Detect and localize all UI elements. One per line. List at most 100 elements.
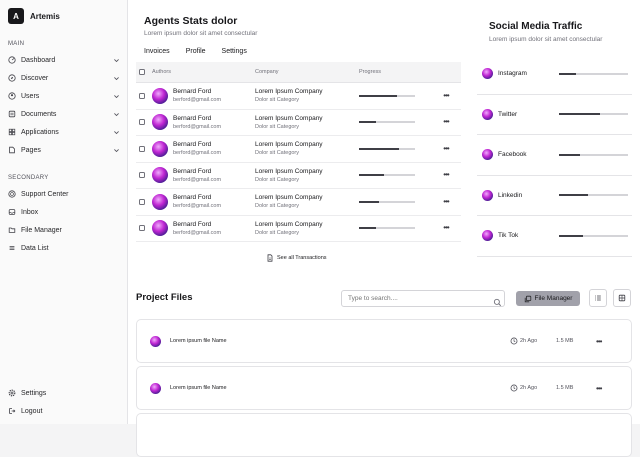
chevron-down-icon[interactable]	[113, 129, 120, 136]
sidebar-item-file-manager[interactable]: File Manager	[0, 221, 128, 239]
file-size: 1.5 MB	[556, 385, 574, 391]
search-input[interactable]	[341, 290, 505, 307]
social-item-instagram[interactable]: Instagram	[477, 54, 632, 95]
table-row[interactable]: Bernard Ford berford@gmail.com Lorem Ipsum…	[136, 163, 461, 189]
sidebar-item-documents[interactable]: Documents	[0, 105, 128, 123]
file-name: Lorem ipsum file Name	[170, 338, 227, 344]
section-label-main: MAIN	[8, 41, 25, 47]
row-checkbox[interactable]	[139, 172, 145, 179]
see-all-transactions-link[interactable]: See all Transactions	[266, 254, 327, 262]
progress-cell	[359, 174, 431, 177]
sidebar-item-label: Settings	[21, 389, 47, 397]
sidebar-item-settings[interactable]: Settings	[0, 384, 128, 402]
table-row[interactable]: Bernard Ford berford@gmail.com Lorem Ipsum…	[136, 83, 461, 110]
progress-cell	[359, 227, 431, 230]
sidebar-item-users[interactable]: Users	[0, 87, 128, 105]
sidebar-item-applications[interactable]: Applications	[0, 123, 128, 141]
sidebar-item-pages[interactable]: Pages	[0, 141, 128, 159]
row-checkbox[interactable]	[139, 119, 145, 126]
progress-cell	[359, 121, 431, 124]
list-view-icon	[594, 294, 602, 302]
social-item-twitter[interactable]: Twitter	[477, 95, 632, 135]
social-progress-bar	[559, 113, 628, 116]
sidebar-item-label: Data List	[21, 244, 49, 252]
progress-bar-fill	[359, 200, 379, 203]
more-options-icon[interactable]: •••	[596, 384, 602, 393]
table-row[interactable]: Bernard Ford berford@gmail.com Lorem Ipsum…	[136, 110, 461, 136]
more-options-icon[interactable]: •••	[443, 197, 449, 206]
more-options-icon[interactable]: •••	[596, 337, 602, 346]
file-time-label: 2h Ago	[520, 338, 538, 344]
sidebar-item-data-list[interactable]: Data List	[0, 239, 128, 257]
column-header-company: Company	[255, 69, 279, 75]
secondary-nav: Support Center Inbox File Manager Data L…	[0, 185, 128, 257]
sidebar-item-label: Documents	[21, 110, 57, 118]
progress-bar-fill	[359, 147, 400, 150]
more-options-icon[interactable]: •••	[443, 224, 449, 232]
chevron-down-icon[interactable]	[113, 111, 120, 118]
social-item-linkedin[interactable]: Linkedin	[477, 176, 632, 216]
company-name: Lorem Ipsum Company	[255, 141, 323, 149]
progress-bar	[359, 174, 415, 177]
chevron-down-icon[interactable]	[113, 147, 120, 154]
sidebar-item-support-center[interactable]: Support Center	[0, 185, 128, 203]
grid-view-button[interactable]	[613, 289, 631, 307]
chevron-down-icon[interactable]	[113, 57, 120, 64]
sidebar-item-logout[interactable]: Logout	[0, 402, 128, 420]
select-all-checkbox[interactable]	[139, 69, 145, 75]
company-name: Lorem Ipsum Company	[255, 167, 323, 175]
search-icon[interactable]	[493, 294, 502, 307]
social-avatar	[482, 108, 493, 120]
more-options-icon[interactable]: •••	[443, 171, 449, 179]
tab-profile[interactable]: Profile	[178, 44, 214, 62]
sidebar-item-label: Pages	[21, 146, 41, 154]
sidebar-item-inbox[interactable]: Inbox	[0, 203, 128, 221]
company-name: Lorem Ipsum Company	[255, 114, 323, 122]
chevron-down-icon[interactable]	[113, 93, 120, 100]
row-checkbox[interactable]	[139, 198, 145, 205]
file-time: 2h Ago	[510, 384, 556, 392]
more-options-icon[interactable]: •••	[443, 144, 449, 153]
social-name: Twitter	[498, 110, 518, 118]
progress-bar	[359, 121, 415, 124]
progress-bar	[359, 227, 415, 230]
file-card-partial[interactable]	[136, 413, 632, 457]
social-avatar	[482, 149, 493, 161]
more-options-icon[interactable]: •••	[443, 118, 449, 126]
company-cell: Lorem Ipsum Company Dolor sit Category	[255, 194, 359, 209]
progress-cell	[359, 147, 431, 150]
company-name: Lorem Ipsum Company	[255, 194, 323, 202]
chevron-down-icon[interactable]	[113, 75, 120, 82]
table-header: Authors Company Progress	[136, 62, 461, 83]
main-nav: Dashboard Discover Users Documents Appli…	[0, 51, 128, 159]
sidebar-item-label: Logout	[21, 407, 43, 415]
sidebar-item-dashboard[interactable]: Dashboard	[0, 51, 128, 69]
social-item-tik-tok[interactable]: Tik Tok	[477, 216, 632, 257]
author-name: Bernard Ford	[173, 167, 212, 175]
row-checkbox[interactable]	[139, 92, 145, 99]
agents-table: Authors Company Progress Bernard Ford ber…	[136, 62, 461, 242]
clock-icon	[510, 384, 518, 392]
file-card[interactable]: Lorem ipsum file Name 2h Ago 1.5 MB •••	[136, 319, 632, 363]
table-row[interactable]: Bernard Ford berford@gmail.com Lorem Ipsum…	[136, 136, 461, 163]
author-cell: Bernard Ford berford@gmail.com	[148, 140, 255, 157]
more-options-icon[interactable]: •••	[443, 91, 449, 100]
table-row[interactable]: Bernard Ford berford@gmail.com Lorem Ipsum…	[136, 216, 461, 242]
progress-bar-fill	[359, 174, 385, 177]
row-checkbox[interactable]	[139, 225, 145, 232]
social-name: Facebook	[498, 151, 527, 159]
brand[interactable]: A Artemis	[8, 8, 60, 24]
list-view-button[interactable]	[589, 289, 607, 307]
tab-invoices[interactable]: Invoices	[136, 44, 178, 62]
progress-bar	[359, 147, 415, 150]
table-row[interactable]: Bernard Ford berford@gmail.com Lorem Ipsum…	[136, 189, 461, 216]
dashboard-icon	[8, 56, 16, 64]
avatar	[152, 167, 168, 184]
row-checkbox[interactable]	[139, 145, 145, 152]
file-card[interactable]: Lorem ipsum file Name 2h Ago 1.5 MB •••	[136, 366, 632, 410]
social-item-facebook[interactable]: Facebook	[477, 135, 632, 176]
tab-settings[interactable]: Settings	[214, 44, 255, 62]
file-manager-button[interactable]: File Manager	[516, 291, 580, 306]
progress-cell	[359, 94, 431, 97]
sidebar-item-discover[interactable]: Discover	[0, 69, 128, 87]
